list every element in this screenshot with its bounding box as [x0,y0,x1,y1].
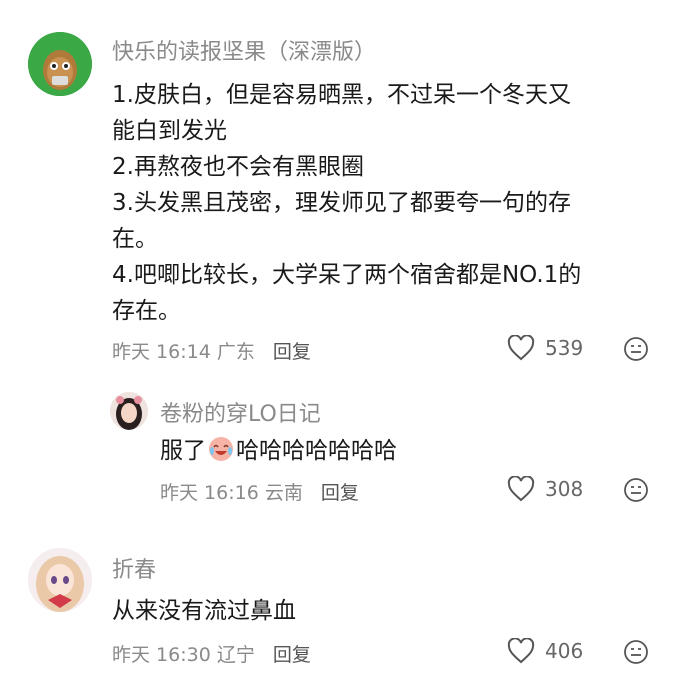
avatar[interactable] [28,548,92,612]
comment-text-before: 服了 [160,438,206,464]
like-count: 308 [545,477,584,501]
comment-location: 广东 [216,341,255,363]
anime-girl-avatar-icon [28,548,92,612]
comment-author[interactable]: 折春 [112,552,156,584]
comment-line: 存在。 [112,298,181,324]
reply-button[interactable]: 回复 [273,644,311,666]
comment-line: 在。 [112,226,158,252]
emoji-reply-icon[interactable] [623,639,649,665]
emoji-reply-icon[interactable] [623,477,649,503]
comment-author[interactable]: 快乐的读报坚果（深漂版） [112,34,376,66]
comment-time: 昨天 16:30 [112,644,211,666]
comment-location: 辽宁 [216,644,255,666]
comment-line: 1.皮肤白，但是容易晒黑，不过呆一个冬天又 [112,82,571,108]
like-count: 406 [545,639,584,663]
comment-text: 1.皮肤白，但是容易晒黑，不过呆一个冬天又 能白到发光 2.再熬夜也不会有黑眼圈… [112,77,662,329]
girl-avatar-icon [110,392,148,430]
heart-icon [507,476,535,502]
wall-nut-avatar-icon [28,32,92,96]
comment-line: 能白到发光 [112,118,227,144]
reply-button[interactable]: 回复 [273,341,311,363]
like-count: 539 [545,336,584,360]
like-button[interactable]: 539 [507,335,583,361]
comment-text-after: 哈哈哈哈哈哈哈 [236,438,397,464]
comment-meta: 昨天 16:16 云南 回复 [160,478,359,505]
crying-laugh-emoji-icon [209,437,233,461]
heart-icon [507,638,535,664]
comment-line: 4.吧唧比较长，大学呆了两个宿舍都是NO.1的 [112,262,582,288]
comment-line: 3.头发黑且茂密，理发师见了都要夸一句的存 [112,190,571,216]
avatar[interactable] [110,392,148,430]
comment-time: 昨天 16:14 [112,341,211,363]
reply-button[interactable]: 回复 [321,482,359,504]
heart-icon [507,335,535,361]
emoji-reply-icon[interactable] [623,336,649,362]
comment-text: 从来没有流过鼻血 [112,598,296,624]
avatar[interactable] [28,32,92,96]
comment-location: 云南 [264,482,303,504]
comment-text: 服了 哈哈哈哈哈哈哈 [160,433,640,469]
like-button[interactable]: 406 [507,638,583,664]
comment-time: 昨天 16:16 [160,482,259,504]
comment-meta: 昨天 16:14 广东 回复 [112,337,311,364]
comment-author[interactable]: 卷粉的穿LO日记 [160,396,321,428]
like-button[interactable]: 308 [507,476,583,502]
comment-meta: 昨天 16:30 辽宁 回复 [112,640,311,667]
comment-line: 2.再熬夜也不会有黑眼圈 [112,154,364,180]
